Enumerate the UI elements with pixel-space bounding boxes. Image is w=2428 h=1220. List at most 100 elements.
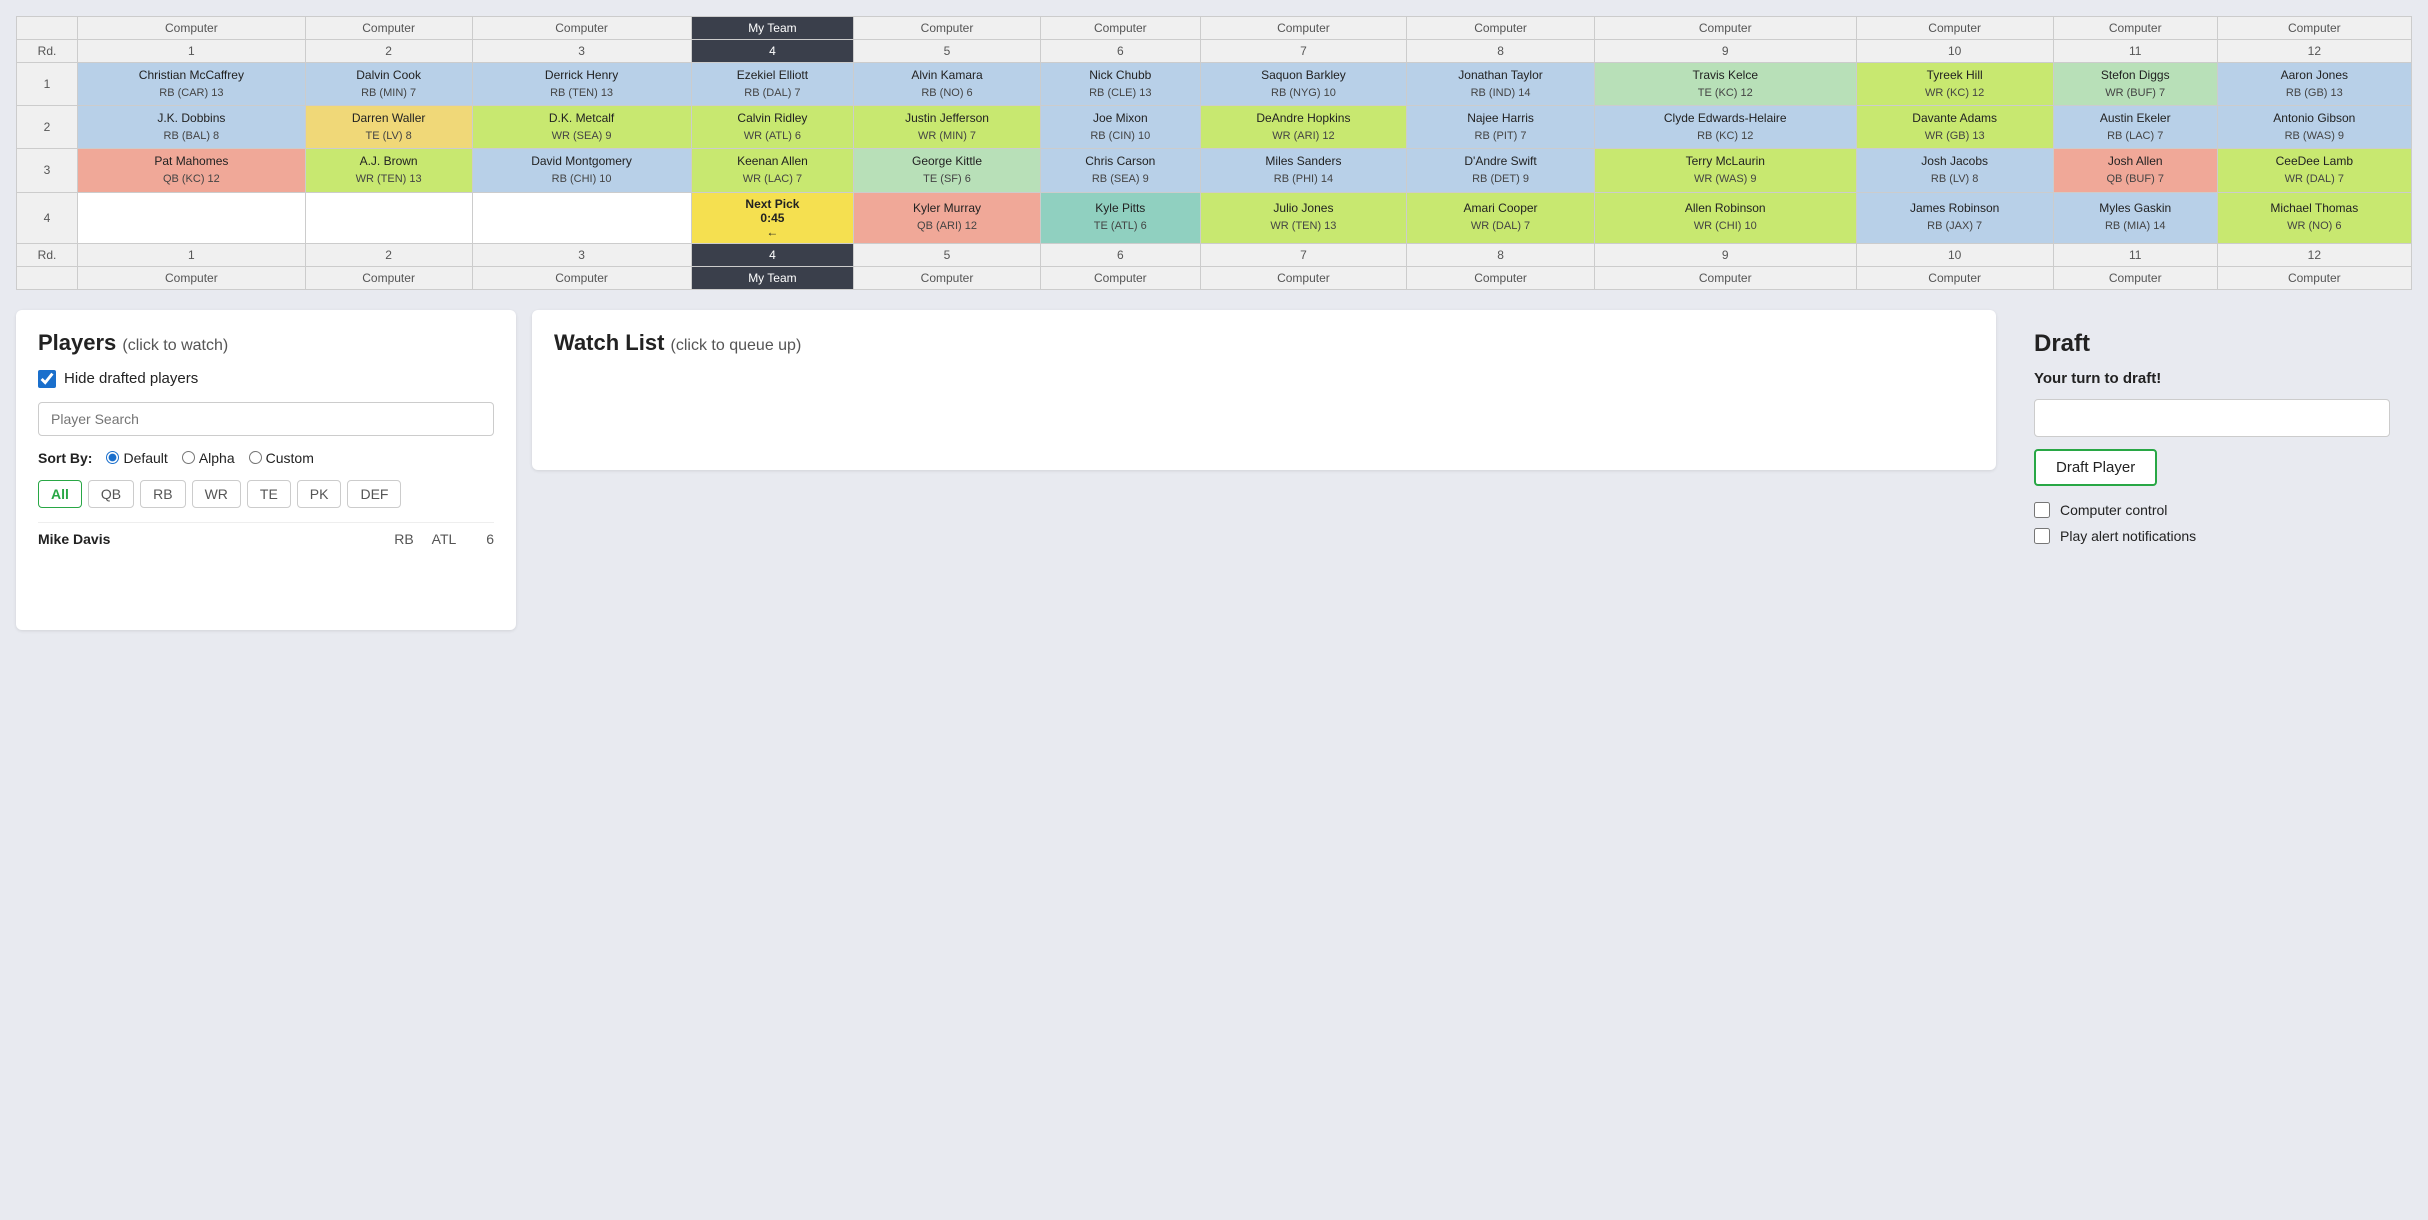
pick-r2-t2[interactable]: Darren WallerTE (LV) 8 [305, 106, 472, 149]
pick-r2-t8[interactable]: Najee Harris RB (PIT) 7 [1407, 106, 1595, 149]
play-alerts-row: Play alert notifications [2034, 528, 2390, 544]
pick-r3-t12[interactable]: CeeDee LambWR (DAL) 7 [2217, 149, 2411, 192]
pick-r3-t6[interactable]: Chris CarsonRB (SEA) 9 [1040, 149, 1200, 192]
player-pos-r4-t11: RB (MIA) 14 [2105, 220, 2166, 232]
pick-r3-t11[interactable]: Josh AllenQB (BUF) 7 [2053, 149, 2217, 192]
player-name-r1-t10: Tyreek Hill [1927, 68, 1983, 82]
pick-r1-t9[interactable]: Travis KelceTE (KC) 12 [1594, 63, 1856, 106]
pick-r3-t1[interactable]: Pat MahomesQB (KC) 12 [78, 149, 306, 192]
draft-your-turn: Your turn to draft! [2034, 370, 2390, 387]
player-pos-r2-t7: WR (ARI) 12 [1272, 130, 1334, 142]
team-num-2: 2 [305, 40, 472, 63]
pos-rb-button[interactable]: RB [140, 480, 185, 508]
computer-control-checkbox[interactable] [2034, 502, 2050, 518]
pick-r1-t5[interactable]: Alvin KamaraRB (NO) 6 [854, 63, 1041, 106]
pick-r1-t7[interactable]: Saquon BarkleyRB (NYG) 10 [1200, 63, 1406, 106]
pick-r4-t12[interactable]: Michael ThomasWR (NO) 6 [2217, 192, 2411, 243]
sort-custom-option: Custom [249, 450, 314, 466]
pick-r2-t3[interactable]: D.K. MetcalfWR (SEA) 9 [472, 106, 691, 149]
hide-drafted-checkbox[interactable] [38, 370, 56, 388]
pick-r2-t11[interactable]: Austin EkelerRB (LAC) 7 [2053, 106, 2217, 149]
pick-r1-t11[interactable]: Stefon DiggsWR (BUF) 7 [2053, 63, 2217, 106]
pos-wr-button[interactable]: WR [192, 480, 241, 508]
player-name-r2-t5: Justin Jefferson [905, 111, 989, 125]
sort-default-option: Default [106, 450, 167, 466]
pick-r1-t12[interactable]: Aaron JonesRB (GB) 13 [2217, 63, 2411, 106]
player-pos-r4-t9: WR (CHI) 10 [1694, 220, 1757, 232]
team-12-header: Computer [2217, 17, 2411, 40]
bot-team-7: Computer [1200, 266, 1406, 289]
player-name-r2-t2: Darren Waller [352, 111, 426, 125]
player-pos-r3-t7: RB (PHI) 14 [1274, 173, 1333, 185]
sort-custom-radio[interactable] [249, 451, 262, 464]
player-name-r3-t3: David Montgomery [531, 154, 632, 168]
pick-r4-t7[interactable]: Julio JonesWR (TEN) 13 [1200, 192, 1406, 243]
draft-table: Computer Computer Computer My Team Compu… [16, 16, 2412, 290]
player-pos-r3-t8: RB (DET) 9 [1472, 173, 1529, 185]
pick-r1-t8[interactable]: Jonathan TaylorRB (IND) 14 [1407, 63, 1595, 106]
round-3-label: 3 [17, 149, 78, 192]
pick-r2-t6[interactable]: Joe MixonRB (CIN) 10 [1040, 106, 1200, 149]
pos-qb-button[interactable]: QB [88, 480, 134, 508]
sort-alpha-radio[interactable] [182, 451, 195, 464]
pick-r4-t9[interactable]: Allen RobinsonWR (CHI) 10 [1594, 192, 1856, 243]
bot-team-num-1: 1 [78, 243, 306, 266]
player-name-r1-t2: Dalvin Cook [356, 68, 421, 82]
player-search-input[interactable] [38, 402, 494, 436]
pick-r1-t3[interactable]: Derrick HenryRB (TEN) 13 [472, 63, 691, 106]
pick-r4-t5[interactable]: Kyler MurrayQB (ARI) 12 [854, 192, 1041, 243]
player-list-item[interactable]: Mike Davis RB ATL 6 [38, 522, 494, 555]
pick-r2-t12[interactable]: Antonio GibsonRB (WAS) 9 [2217, 106, 2411, 149]
player-name-r1-t6: Nick Chubb [1089, 68, 1151, 82]
pick-r1-t6[interactable]: Nick ChubbRB (CLE) 13 [1040, 63, 1200, 106]
pick-r3-t4[interactable]: Keenan AllenWR (LAC) 7 [691, 149, 854, 192]
player-pos-r1-t2: RB (MIN) 7 [361, 87, 416, 99]
pick-r2-t4[interactable]: Calvin RidleyWR (ATL) 6 [691, 106, 854, 149]
pick-r3-t9[interactable]: Terry McLaurinWR (WAS) 9 [1594, 149, 1856, 192]
pick-r2-t9[interactable]: Clyde Edwards-HelaireRB (KC) 12 [1594, 106, 1856, 149]
pick-r2-t7[interactable]: DeAndre HopkinsWR (ARI) 12 [1200, 106, 1406, 149]
player-pos-r3-t5: TE (SF) 6 [923, 173, 971, 185]
player-name-r1-t11: Stefon Diggs [2101, 68, 2170, 82]
pick-r4-t11[interactable]: Myles GaskinRB (MIA) 14 [2053, 192, 2217, 243]
pick-r1-t10[interactable]: Tyreek HillWR (KC) 12 [1856, 63, 2053, 106]
pick-r4-t8[interactable]: Amari CooperWR (DAL) 7 [1407, 192, 1595, 243]
pick-r4-t6[interactable]: Kyle PittsTE (ATL) 6 [1040, 192, 1200, 243]
pick-r3-t5[interactable]: George KittleTE (SF) 6 [854, 149, 1041, 192]
pick-r1-t4[interactable]: Ezekiel ElliottRB (DAL) 7 [691, 63, 854, 106]
pick-r4-t10[interactable]: James RobinsonRB (JAX) 7 [1856, 192, 2053, 243]
bot-team-8: Computer [1407, 266, 1595, 289]
pick-r4-t4[interactable]: Next Pick0:45← [691, 192, 854, 243]
pick-r1-t2[interactable]: Dalvin Cook RB (MIN) 7 [305, 63, 472, 106]
pick-r3-t8[interactable]: D'Andre Swift RB (DET) 9 [1407, 149, 1595, 192]
draft-player-input[interactable] [2034, 399, 2390, 437]
player-pos-r1-t3: RB (TEN) 13 [550, 87, 613, 99]
sort-default-radio[interactable] [106, 451, 119, 464]
pick-r2-t5[interactable]: Justin JeffersonWR (MIN) 7 [854, 106, 1041, 149]
pick-r2-t1[interactable]: J.K. DobbinsRB (BAL) 8 [78, 106, 306, 149]
pos-all-button[interactable]: All [38, 480, 82, 508]
watchlist-title-main: Watch List [554, 330, 664, 355]
my-team-header: My Team [691, 17, 854, 40]
player-name-r2-t8: Najee Harris [1467, 111, 1534, 125]
play-alerts-label: Play alert notifications [2060, 528, 2196, 544]
draft-player-button[interactable]: Draft Player [2034, 449, 2157, 486]
pick-r3-t7[interactable]: Miles SandersRB (PHI) 14 [1200, 149, 1406, 192]
pick-r3-t10[interactable]: Josh JacobsRB (LV) 8 [1856, 149, 2053, 192]
pos-def-button[interactable]: DEF [347, 480, 401, 508]
player-name-r2-t12: Antonio Gibson [2273, 111, 2355, 125]
pos-pk-button[interactable]: PK [297, 480, 342, 508]
pos-te-button[interactable]: TE [247, 480, 291, 508]
pick-r3-t2[interactable]: A.J. BrownWR (TEN) 13 [305, 149, 472, 192]
team-num-1: 1 [78, 40, 306, 63]
player-pos-r3-t4: WR (LAC) 7 [743, 173, 802, 185]
player-name-r4-t10: James Robinson [1910, 201, 1999, 215]
pick-r1-t1[interactable]: Christian McCaffreyRB (CAR) 13 [78, 63, 306, 106]
bottom-panels: Players (click to watch) Hide drafted pl… [0, 300, 2428, 646]
pick-r3-t3[interactable]: David MontgomeryRB (CHI) 10 [472, 149, 691, 192]
player-pos-r2-t8: RB (PIT) 7 [1475, 130, 1527, 142]
bot-team-num-2: 2 [305, 243, 472, 266]
pick-r2-t10[interactable]: Davante AdamsWR (GB) 13 [1856, 106, 2053, 149]
player-name-r3-t8: D'Andre Swift [1464, 154, 1536, 168]
play-alerts-checkbox[interactable] [2034, 528, 2050, 544]
